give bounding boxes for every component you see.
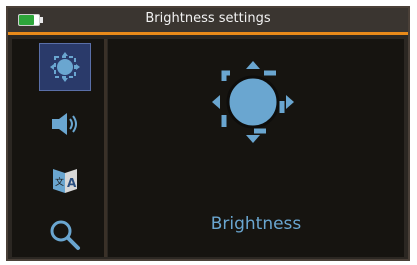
brightness-icon	[50, 52, 80, 82]
language-icon: 文 A	[53, 169, 77, 193]
main-panel: Brightness	[108, 39, 404, 257]
title-bar: Brightness settings	[8, 8, 408, 35]
setting-label: Brightness	[210, 214, 302, 234]
sidebar-item-search[interactable]	[40, 212, 90, 258]
speaker-icon	[52, 113, 77, 135]
page-title: Brightness settings	[145, 11, 271, 26]
screen: Brightness settings 文 A Brightness	[6, 6, 410, 261]
search-icon	[50, 220, 80, 250]
sidebar-item-language[interactable]: 文 A	[40, 158, 90, 204]
svg-text:A: A	[67, 176, 77, 190]
sidebar: 文 A	[12, 39, 107, 257]
sidebar-item-sound[interactable]	[40, 101, 90, 147]
svg-text:文: 文	[55, 176, 64, 188]
sidebar-item-brightness[interactable]	[39, 43, 91, 91]
brightness-icon	[212, 61, 294, 143]
device: Brightness settings 文 A Brightness	[0, 0, 417, 265]
